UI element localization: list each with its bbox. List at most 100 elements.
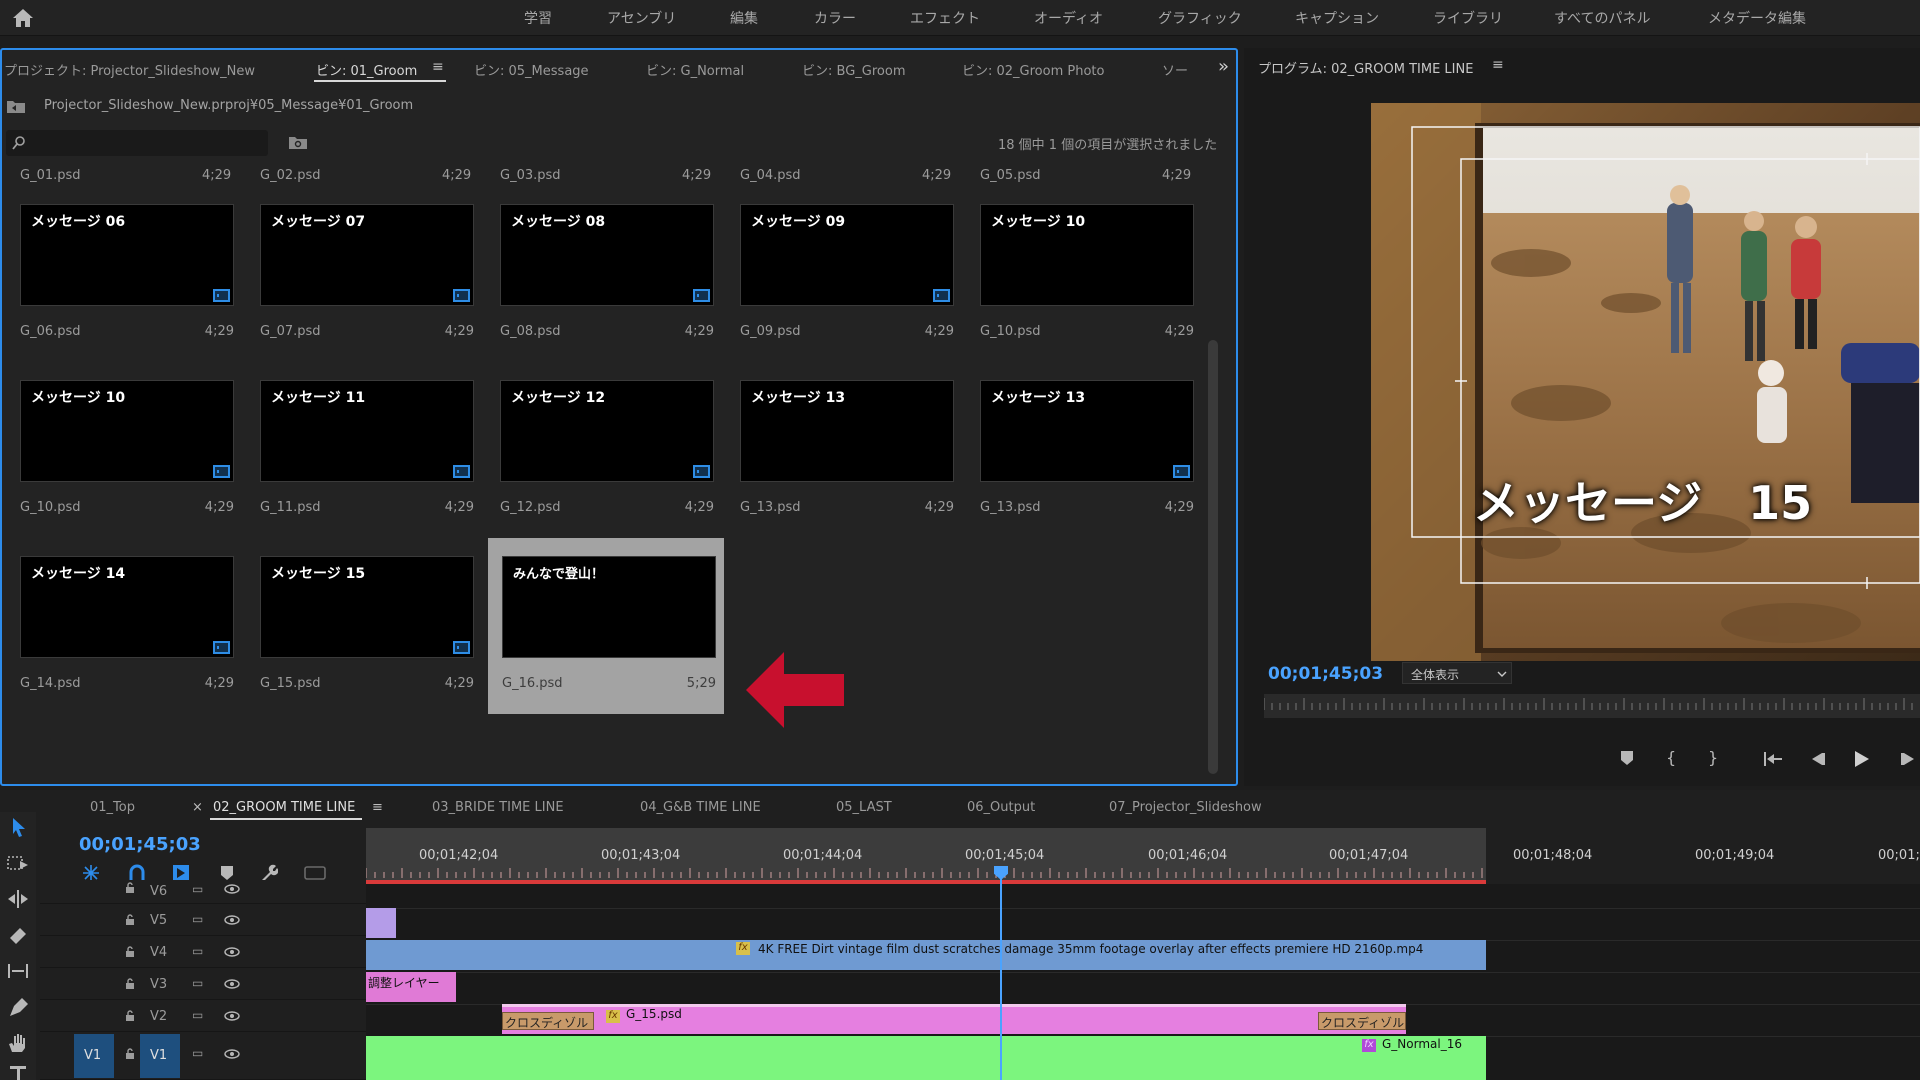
tab-sequence-06-output[interactable]: 06_Output xyxy=(967,800,1035,815)
source-patch-v1[interactable]: V1 xyxy=(74,1034,114,1078)
play-icon[interactable] xyxy=(1854,750,1870,768)
timeline-ruler-beyond[interactable]: 00;01;48;04 00;01;49;04 00;01; xyxy=(1486,828,1920,884)
eye-icon[interactable] xyxy=(224,884,240,894)
panel-menu-icon[interactable]: ≡ xyxy=(432,59,444,75)
bin-item[interactable]: メッセージ 15 G_15.psd 4;29 xyxy=(246,538,482,714)
sync-lock-icon[interactable]: ▭ xyxy=(192,882,203,896)
tab-bin-05-message[interactable]: ビン: 05_Message xyxy=(474,60,589,79)
bin-search-input[interactable] xyxy=(6,130,268,156)
bin-item[interactable]: メッセージ 09 G_09.psd 4;29 xyxy=(726,186,962,362)
lock-icon[interactable] xyxy=(124,946,136,958)
workspace-tab-assembly[interactable]: アセンブリ xyxy=(607,8,676,28)
tab-bin-bg-groom[interactable]: ビン: BG_Groom xyxy=(802,60,905,79)
transition-cross-dissolve-out[interactable]: クロスディゾル xyxy=(1318,1012,1406,1030)
clip-v5[interactable] xyxy=(366,908,396,938)
bin-item[interactable]: メッセージ 08 G_08.psd 4;29 xyxy=(486,186,722,362)
lock-icon[interactable] xyxy=(124,1010,136,1022)
workspace-tab-all-panels[interactable]: すべてのパネル xyxy=(1554,8,1650,28)
mark-in-icon[interactable]: { xyxy=(1666,748,1676,767)
bin-item[interactable]: メッセージ 14 G_14.psd 4;29 xyxy=(6,538,242,714)
sync-lock-icon[interactable]: ▭ xyxy=(192,976,203,990)
sync-lock-icon[interactable]: ▭ xyxy=(192,944,203,958)
lock-icon[interactable] xyxy=(124,882,136,894)
eye-icon[interactable] xyxy=(224,979,240,989)
tab-sequence-02-groom[interactable]: 02_GROOM TIME LINE xyxy=(213,800,355,815)
razor-tool-icon[interactable] xyxy=(6,924,30,946)
add-marker-icon[interactable] xyxy=(220,865,234,881)
program-monitor-title[interactable]: プログラム: 02_GROOM TIME LINE xyxy=(1258,58,1473,77)
workspace-tab-learn[interactable]: 学習 xyxy=(524,8,552,28)
bin-scrollbar[interactable] xyxy=(1208,340,1218,774)
lock-icon[interactable] xyxy=(124,914,136,926)
bin-item[interactable]: メッセージ 12 G_12.psd 4;29 xyxy=(486,362,722,538)
tab-sequence-05-last[interactable]: 05_LAST xyxy=(836,800,892,815)
workspace-tab-libraries[interactable]: ライブラリ xyxy=(1433,8,1503,28)
panel-menu-icon[interactable]: ≡ xyxy=(372,800,383,815)
fx-badge-icon: fx xyxy=(736,942,750,955)
eye-icon[interactable] xyxy=(224,1011,240,1021)
tab-sequence-03-bride[interactable]: 03_BRIDE TIME LINE xyxy=(432,800,564,815)
tab-sequence-07-projector[interactable]: 07_Projector_Slideshow xyxy=(1109,800,1262,815)
lock-icon[interactable] xyxy=(124,978,136,990)
tabs-overflow-icon[interactable]: » xyxy=(1218,56,1229,77)
eye-icon[interactable] xyxy=(224,915,240,925)
new-search-bin-icon[interactable] xyxy=(288,134,308,150)
clip-v3-adjustment-layer[interactable]: 調整レイヤー xyxy=(366,972,456,1002)
transition-cross-dissolve-in[interactable]: クロスディゾル xyxy=(502,1012,594,1030)
bin-item[interactable]: メッセージ 06 G_06.psd 4;29 xyxy=(6,186,242,362)
timeline-ruler[interactable]: 00;01;42;04 00;01;43;04 00;01;44;04 00;0… xyxy=(366,828,1486,884)
close-tab-icon[interactable]: × xyxy=(192,800,203,815)
sync-lock-icon[interactable]: ▭ xyxy=(192,1046,203,1060)
workspace-tab-metadata[interactable]: メタデータ編集 xyxy=(1708,8,1806,28)
workspace-tab-editing[interactable]: 編集 xyxy=(730,8,758,28)
bin-item[interactable]: メッセージ 07 G_07.psd 4;29 xyxy=(246,186,482,362)
bin-item[interactable]: メッセージ 10 G_10.psd 4;29 xyxy=(6,362,242,538)
workspace-tab-color[interactable]: カラー xyxy=(814,8,856,28)
workspace-tab-effects[interactable]: エフェクト xyxy=(910,8,980,28)
panel-menu-icon[interactable]: ≡ xyxy=(1492,57,1504,73)
tab-sequence-04-gb[interactable]: 04_G&B TIME LINE xyxy=(640,800,761,815)
tab-sequence-01-top[interactable]: 01_Top xyxy=(90,800,135,815)
ripple-edit-tool-icon[interactable] xyxy=(6,888,30,910)
bin-item[interactable]: メッセージ 10 G_10.psd 4;29 xyxy=(966,186,1202,362)
tab-project[interactable]: プロジェクト: Projector_Slideshow_New xyxy=(4,60,255,79)
timeline-timecode[interactable]: 00;01;45;03 xyxy=(79,834,201,855)
workspace-tab-captions[interactable]: キャプション xyxy=(1295,8,1379,28)
playhead-line[interactable] xyxy=(1000,868,1002,1080)
hand-tool-icon[interactable] xyxy=(6,1032,30,1054)
bin-item[interactable]: メッセージ 11 G_11.psd 4;29 xyxy=(246,362,482,538)
step-forward-icon[interactable] xyxy=(1900,752,1916,766)
track-target-v1[interactable]: V1 xyxy=(140,1034,180,1078)
go-to-in-icon[interactable] xyxy=(1764,752,1782,766)
add-marker-icon[interactable] xyxy=(1620,750,1634,766)
type-tool-icon[interactable] xyxy=(6,1064,30,1080)
mark-out-icon[interactable]: } xyxy=(1708,748,1718,767)
sync-lock-icon[interactable]: ▭ xyxy=(192,1008,203,1022)
clip-v4-dust-overlay[interactable]: fx 4K FREE Dirt vintage film dust scratc… xyxy=(366,940,1486,970)
home-icon[interactable] xyxy=(12,8,34,28)
zoom-level-select[interactable]: 全体表示 xyxy=(1402,662,1512,684)
bin-item-selected[interactable]: みんなで登山！ G_16.psd 5;29 xyxy=(488,538,724,714)
clip-v2-g15[interactable]: クロスディゾル fx G_15.psd クロスディゾル xyxy=(502,1004,1406,1034)
pen-tool-icon[interactable] xyxy=(6,996,30,1018)
tab-bin-02-groom-photo[interactable]: ビン: 02_Groom Photo xyxy=(962,60,1104,79)
captions-icon[interactable] xyxy=(304,866,326,880)
lock-icon[interactable] xyxy=(124,1048,136,1060)
sync-lock-icon[interactable]: ▭ xyxy=(192,912,203,926)
eye-icon[interactable] xyxy=(224,947,240,957)
program-timecode[interactable]: 00;01;45;03 xyxy=(1268,664,1383,684)
bin-item[interactable]: メッセージ 13 G_13.psd 4;29 xyxy=(726,362,962,538)
workspace-tab-audio[interactable]: オーディオ xyxy=(1034,8,1103,28)
bin-item[interactable]: メッセージ 13 G_13.psd 4;29 xyxy=(966,362,1202,538)
clip-v1-g-normal-16[interactable]: fx G_Normal_16 xyxy=(366,1036,1486,1080)
parent-folder-icon[interactable] xyxy=(6,98,26,114)
eye-icon[interactable] xyxy=(224,1049,240,1059)
selection-tool-icon[interactable] xyxy=(6,816,30,838)
track-select-tool-icon[interactable] xyxy=(6,852,30,874)
tab-bin-g-normal[interactable]: ビン: G_Normal xyxy=(646,60,744,79)
slip-tool-icon[interactable] xyxy=(6,960,30,982)
tab-overflow-partial[interactable]: ソー xyxy=(1162,60,1188,79)
tab-bin-01-groom[interactable]: ビン: 01_Groom xyxy=(316,60,417,79)
step-back-icon[interactable] xyxy=(1810,752,1826,766)
workspace-tab-graphics[interactable]: グラフィック xyxy=(1158,8,1242,28)
